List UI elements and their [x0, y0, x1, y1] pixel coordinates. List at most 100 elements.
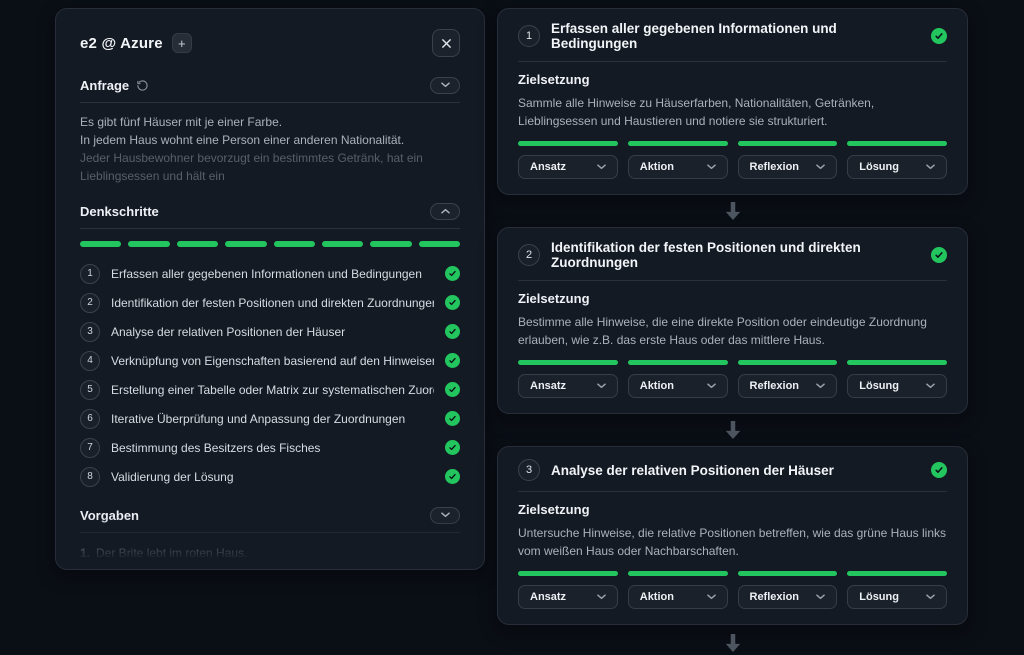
goal-heading: Zielsetzung: [518, 502, 947, 517]
step-card-1: 1 Erfassen aller gegebenen Informationen…: [497, 8, 968, 195]
chevron-down-icon: [597, 164, 606, 170]
progress-segments: [80, 241, 460, 247]
goal-text: Bestimme alle Hinweise, die eine direkte…: [518, 313, 947, 349]
anfrage-section: Anfrage Es gibt fünf Häuser mit je einer…: [80, 75, 460, 185]
step-number-badge: 1: [518, 25, 540, 47]
add-button[interactable]: +: [172, 33, 192, 53]
progress-bar: [738, 360, 838, 365]
rules-list: 1. Der Brite lebt im roten Haus. 2. Der …: [80, 543, 460, 570]
anfrage-line: In jedem Haus wohnt eine Person einer an…: [80, 131, 460, 149]
dropdown-ansatz[interactable]: Ansatz: [518, 585, 618, 609]
dropdown-aktion[interactable]: Aktion: [628, 585, 728, 609]
rule-item: 1. Der Brite lebt im roten Haus.: [80, 543, 460, 564]
progress-segment: [177, 241, 218, 247]
step-row: 3 Analyse der relativen Positionen der H…: [80, 317, 460, 346]
progress-segment: [370, 241, 411, 247]
card-header: 3 Analyse der relativen Positionen der H…: [518, 459, 947, 481]
chevron-down-icon: [816, 594, 825, 600]
divider: [80, 532, 460, 533]
check-icon: [445, 382, 460, 397]
dropdown-loesung[interactable]: Lösung: [847, 374, 947, 398]
check-icon: [445, 440, 460, 455]
dropdown-row: Ansatz Aktion Reflexion Lösung: [518, 585, 947, 609]
progress-bars: [518, 571, 947, 576]
step-row: 4 Verknüpfung von Eigenschaften basieren…: [80, 346, 460, 375]
steps-list: 1 Erfassen aller gegebenen Informationen…: [80, 259, 460, 491]
anfrage-text: Es gibt fünf Häuser mit je einer Farbe. …: [80, 113, 460, 185]
dropdown-label: Lösung: [859, 591, 899, 603]
rule-text: Der Schwede hält einen Hund.: [96, 564, 259, 570]
chevron-down-icon: [707, 594, 716, 600]
progress-bar: [847, 360, 947, 365]
chevron-down-icon: [441, 512, 450, 518]
dropdown-label: Reflexion: [750, 591, 800, 603]
progress-bar: [847, 571, 947, 576]
dropdown-reflexion[interactable]: Reflexion: [738, 374, 838, 398]
rule-number: 1.: [80, 543, 90, 564]
progress-bar: [628, 571, 728, 576]
dropdown-aktion[interactable]: Aktion: [628, 374, 728, 398]
step-row: 2 Identifikation der festen Positionen u…: [80, 288, 460, 317]
progress-segment: [80, 241, 121, 247]
progress-segment: [419, 241, 460, 247]
step-number: 4: [80, 351, 100, 371]
flow-arrow: [497, 414, 968, 446]
step-label: Verknüpfung von Eigenschaften basierend …: [111, 354, 434, 368]
step-row: 5 Erstellung einer Tabelle oder Matrix z…: [80, 375, 460, 404]
close-icon: [441, 38, 452, 49]
goal-heading: Zielsetzung: [518, 72, 947, 87]
anfrage-collapse-button[interactable]: [430, 77, 460, 94]
progress-bar: [518, 571, 618, 576]
goal-text: Sammle alle Hinweise zu Häuserfarben, Na…: [518, 94, 947, 130]
step-number: 6: [80, 409, 100, 429]
dropdown-label: Reflexion: [750, 161, 800, 173]
vorgaben-collapse-button[interactable]: [430, 507, 460, 524]
dropdown-aktion[interactable]: Aktion: [628, 155, 728, 179]
dropdown-row: Ansatz Aktion Reflexion Lösung: [518, 155, 947, 179]
step-label: Analyse der relativen Positionen der Häu…: [111, 325, 434, 339]
denkschritte-heading: Denkschritte: [80, 204, 159, 219]
progress-bar: [628, 360, 728, 365]
step-number: 5: [80, 380, 100, 400]
denkschritte-collapse-button[interactable]: [430, 203, 460, 220]
dropdown-row: Ansatz Aktion Reflexion Lösung: [518, 374, 947, 398]
chevron-down-icon: [926, 164, 935, 170]
goal-heading: Zielsetzung: [518, 291, 947, 306]
denkschritte-section: Denkschritte 1 Erfassen: [80, 201, 460, 491]
progress-bar: [518, 360, 618, 365]
dropdown-reflexion[interactable]: Reflexion: [738, 585, 838, 609]
chevron-down-icon: [816, 164, 825, 170]
dropdown-label: Ansatz: [530, 380, 566, 392]
check-icon: [445, 295, 460, 310]
close-button[interactable]: [432, 29, 460, 57]
chevron-down-icon: [816, 383, 825, 389]
chevron-down-icon: [707, 383, 716, 389]
panel-title: e2 @ Azure: [80, 35, 163, 52]
divider: [80, 228, 460, 229]
dropdown-label: Ansatz: [530, 161, 566, 173]
chevron-down-icon: [926, 594, 935, 600]
arrow-down-icon: [724, 633, 742, 653]
progress-bars: [518, 360, 947, 365]
page: e2 @ Azure + Anfrage Es gibt fünf Häuser…: [0, 0, 1024, 625]
arrow-down-icon: [724, 201, 742, 221]
step-number: 2: [80, 293, 100, 313]
check-icon: [445, 324, 460, 339]
dropdown-ansatz[interactable]: Ansatz: [518, 374, 618, 398]
dropdown-label: Lösung: [859, 161, 899, 173]
dropdown-loesung[interactable]: Lösung: [847, 585, 947, 609]
progress-segment: [274, 241, 315, 247]
check-icon: [445, 266, 460, 281]
arrow-down-icon: [724, 420, 742, 440]
dropdown-reflexion[interactable]: Reflexion: [738, 155, 838, 179]
step-label: Validierung der Lösung: [111, 470, 434, 484]
step-card-3: 3 Analyse der relativen Positionen der H…: [497, 446, 968, 625]
step-number-badge: 3: [518, 459, 540, 481]
dropdown-ansatz[interactable]: Ansatz: [518, 155, 618, 179]
flow-arrow: [497, 625, 968, 655]
vorgaben-heading: Vorgaben: [80, 508, 139, 523]
chevron-up-icon: [441, 208, 450, 214]
dropdown-loesung[interactable]: Lösung: [847, 155, 947, 179]
step-label: Erfassen aller gegebenen Informationen u…: [111, 267, 434, 281]
chevron-down-icon: [597, 383, 606, 389]
